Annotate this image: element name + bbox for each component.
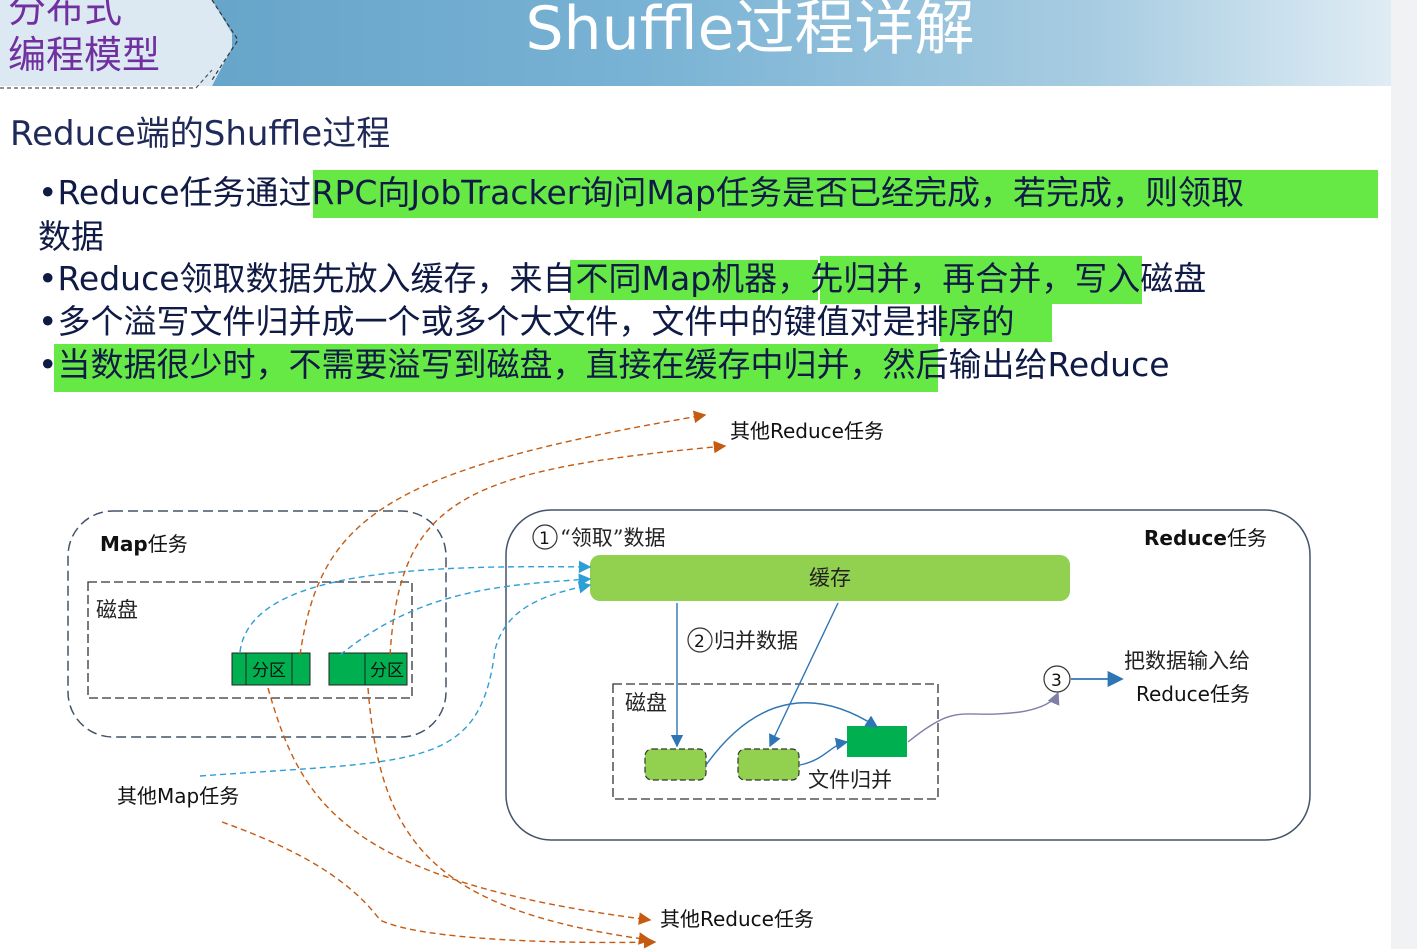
arrow-merged-to-step3	[907, 691, 1060, 743]
arrow-spill2-to-merged	[799, 737, 849, 766]
cache-label: 缓存	[809, 566, 851, 590]
step-2-label: 归并数据	[714, 629, 798, 653]
other-reduce-bottom-label: 其他Reduce任务	[660, 907, 814, 931]
arrow-cache-to-spill2	[769, 602, 839, 748]
file-merge-label: 文件归并	[808, 768, 892, 792]
other-map-label: 其他Map任务	[117, 784, 239, 808]
map-disk-label: 磁盘	[96, 598, 138, 622]
reduce-disk-label: 磁盘	[625, 691, 667, 715]
step-1-label: “领取”数据	[560, 526, 665, 550]
arrow-partition2-to-other-reduce-top	[389, 440, 727, 656]
output-label-line2: Reduce任务	[1136, 682, 1250, 706]
arrow-partition1-to-cache	[239, 560, 592, 653]
output-label-line1: 把数据输入给	[1124, 649, 1250, 673]
merged-file	[847, 726, 907, 757]
spill-file-2	[737, 748, 800, 781]
shuffle-diagram: Map任务 磁盘 分区 分区 Reduce任务 1 “领取”数据 缓存 2 归并…	[67, 410, 1311, 949]
reduce-task-title: Reduce任务	[1144, 526, 1267, 550]
spill-file-1	[644, 748, 707, 781]
step-3-number: 3	[1051, 671, 1062, 691]
step-1-number: 1	[539, 529, 550, 549]
other-reduce-top-label: 其他Reduce任务	[730, 419, 884, 443]
step-2-number: 2	[694, 632, 705, 652]
arrow-partition2-to-cache	[339, 573, 592, 656]
arrow-partition1-to-other-reduce-bottom	[267, 687, 652, 925]
partition-1-label: 分区	[252, 661, 286, 681]
arrow-partition2-to-other-reduce-bottom	[367, 687, 652, 945]
map-task-title: Map任务	[100, 532, 188, 556]
partition-2-label: 分区	[370, 661, 404, 681]
